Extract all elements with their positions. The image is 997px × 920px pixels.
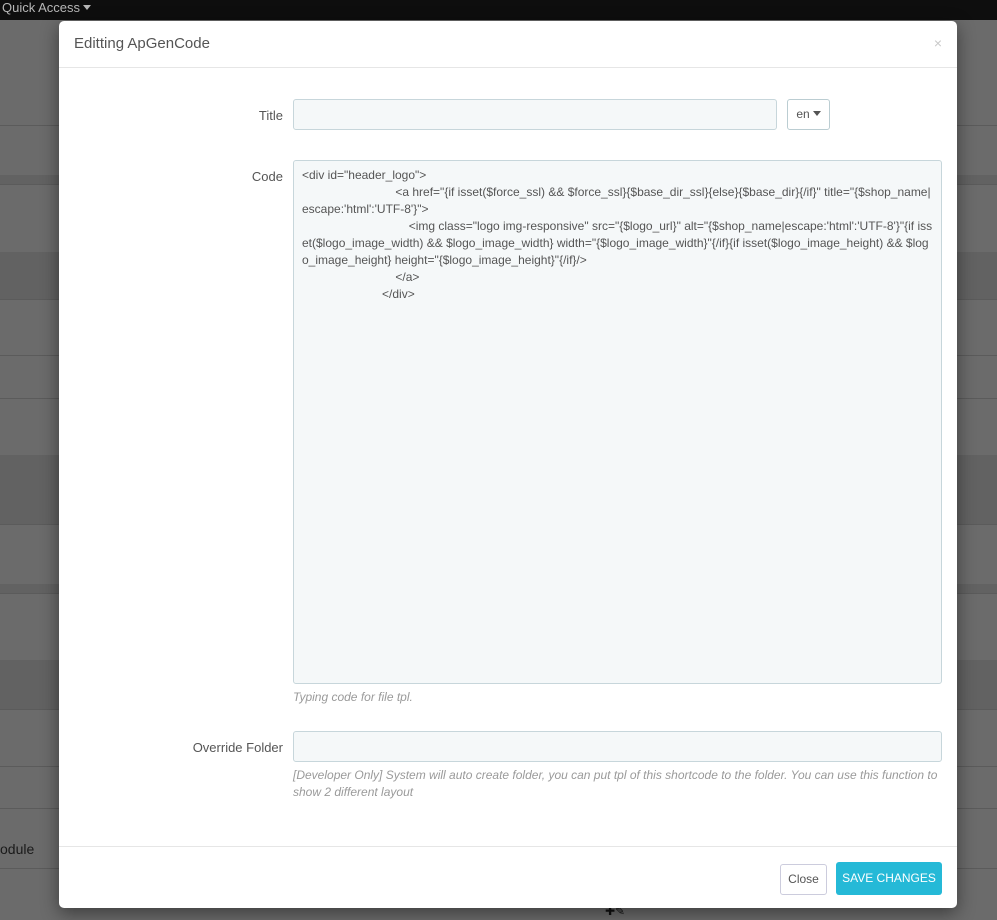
language-dropdown[interactable]: en bbox=[787, 99, 830, 130]
edit-dialog: Editting ApGenCode × Title en Code <div … bbox=[59, 21, 957, 908]
override-folder-label: Override Folder bbox=[192, 740, 283, 755]
background-module-label: odule bbox=[0, 841, 35, 857]
dialog-title: Editting ApGenCode bbox=[74, 35, 210, 52]
caret-down-icon bbox=[83, 4, 92, 10]
override-folder-input[interactable] bbox=[293, 731, 942, 762]
title-label: Title bbox=[258, 108, 283, 123]
close-icon[interactable]: × bbox=[934, 35, 942, 51]
top-bar: Quick Access bbox=[0, 0, 997, 20]
quick-access-label: Quick Access bbox=[2, 0, 81, 15]
dialog-header: Editting ApGenCode × bbox=[59, 21, 957, 68]
quick-access-menu[interactable]: Quick Access bbox=[2, 0, 92, 16]
dialog-footer: Close Save changes bbox=[59, 846, 957, 908]
close-button[interactable]: Close bbox=[780, 864, 827, 895]
language-label: en bbox=[796, 107, 810, 121]
save-changes-button[interactable]: Save changes bbox=[836, 862, 942, 895]
caret-down-icon bbox=[812, 111, 821, 117]
code-label: Code bbox=[251, 169, 283, 184]
code-textarea[interactable]: <div id="header_logo"> <a href="{if isse… bbox=[293, 160, 942, 684]
title-input[interactable] bbox=[293, 99, 777, 130]
override-folder-help-text: [Developer Only] System will auto create… bbox=[293, 768, 938, 799]
code-help-text: Typing code for file tpl. bbox=[293, 690, 413, 704]
